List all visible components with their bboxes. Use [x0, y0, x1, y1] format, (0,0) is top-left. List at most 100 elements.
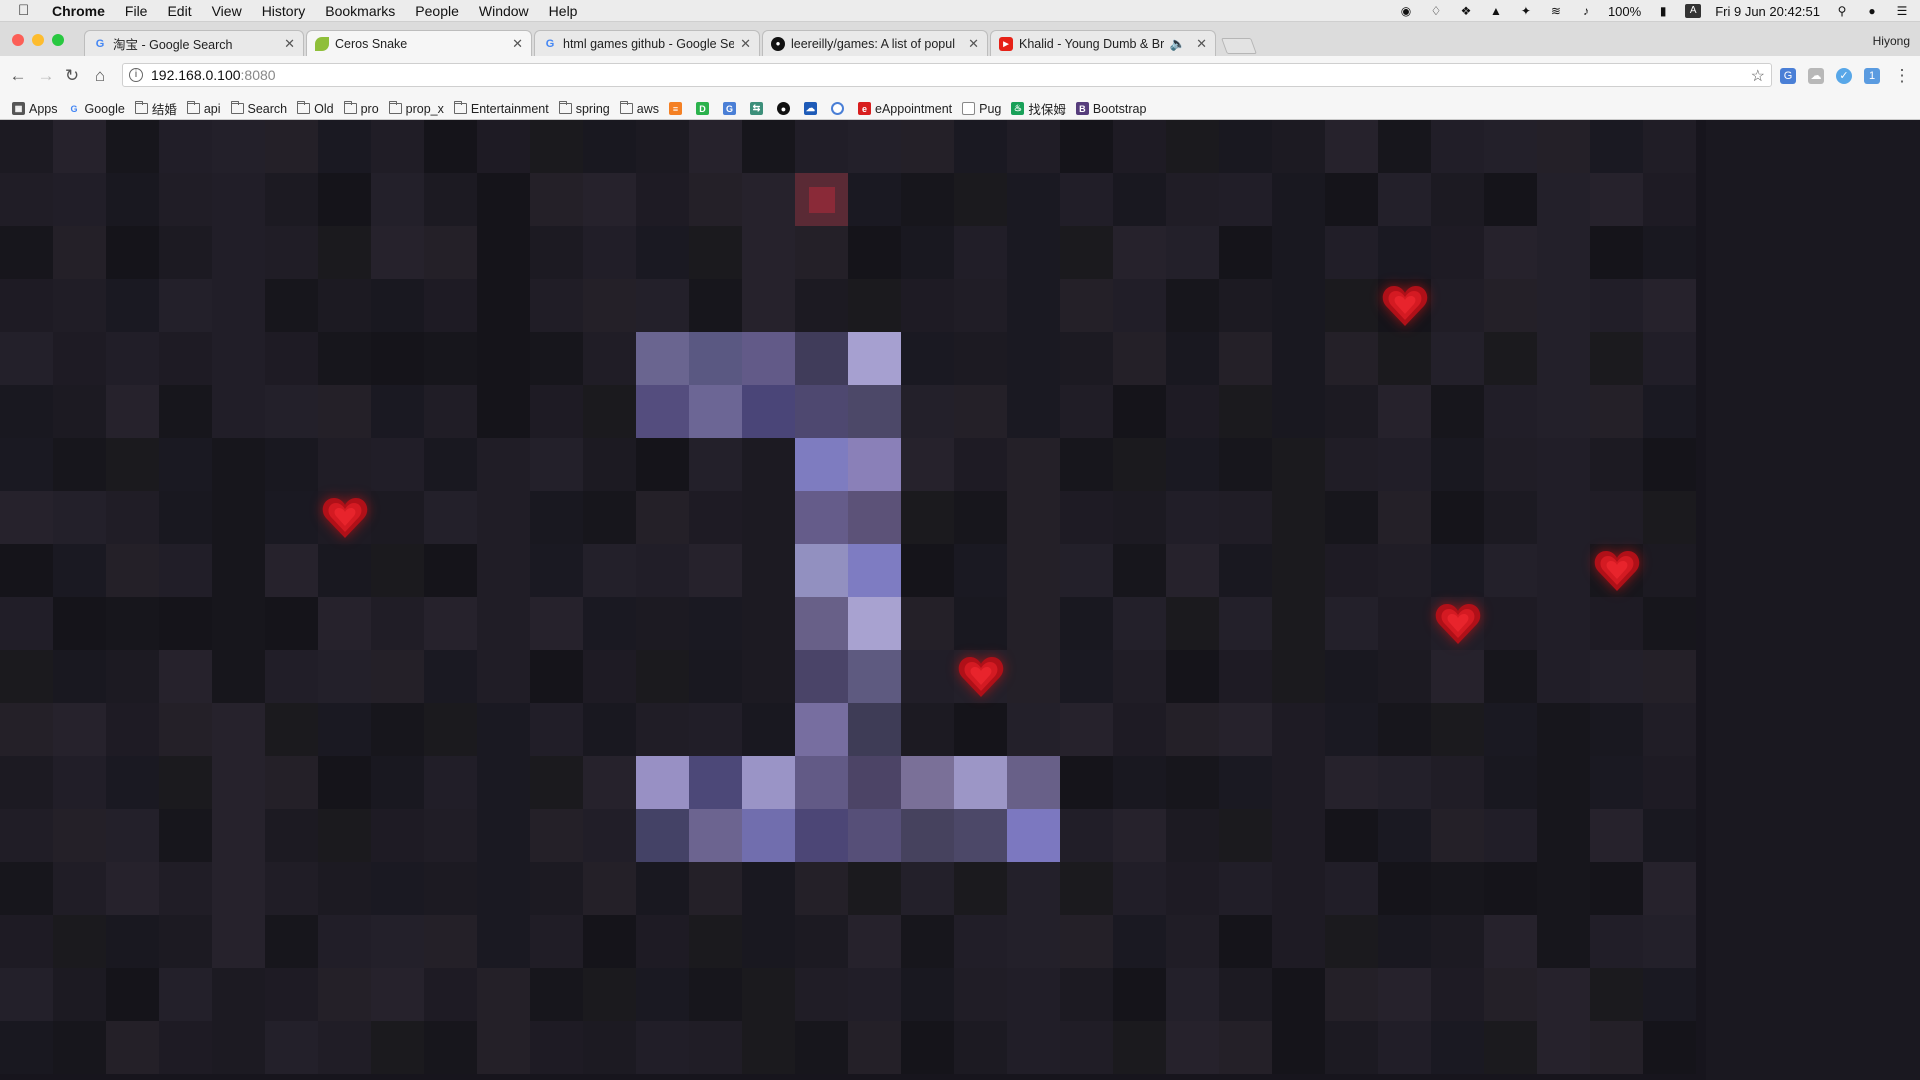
clock[interactable]: Fri 9 Jun 20:42:51 [1715, 4, 1820, 19]
dropbox-icon[interactable]: ❖ [1458, 4, 1474, 18]
tab-counter-extension-icon[interactable]: 1 [1864, 68, 1880, 84]
tab-github-games[interactable]: ● leereilly/games: A list of popul ✕ [762, 30, 988, 56]
close-tab-icon[interactable]: ✕ [1196, 36, 1207, 52]
bookmark-google[interactable]: G Google [68, 102, 124, 116]
wechat-icon[interactable]: ◉ [1398, 4, 1414, 18]
zoom-window-button[interactable] [52, 34, 64, 46]
board-tile [53, 650, 106, 703]
close-tab-icon[interactable]: ✕ [512, 36, 523, 52]
bookmark-github[interactable]: ● [777, 102, 794, 115]
tab-html-games-search[interactable]: G html games github - Google Se ✕ [534, 30, 760, 56]
board-tile [1643, 756, 1696, 809]
audio-playing-icon[interactable]: 🔈 [1170, 36, 1186, 52]
reload-icon[interactable]: ↻ [62, 66, 82, 86]
profile-name[interactable]: Hiyong [1873, 34, 1910, 48]
snake-segment [848, 756, 901, 809]
board-tile [1590, 226, 1643, 279]
drive-icon[interactable]: ▲ [1488, 4, 1504, 18]
close-window-button[interactable] [12, 34, 24, 46]
bookmark-folder-api[interactable]: api [186, 101, 221, 116]
chrome-menu-icon[interactable]: ⋮ [1892, 66, 1912, 86]
bookmark-translate-2[interactable]: ⇆ [750, 102, 767, 115]
bookmark-folder-prop-x[interactable]: prop_x [388, 101, 444, 116]
volume-icon[interactable]: ♪ [1578, 4, 1594, 18]
board-tile [1113, 756, 1166, 809]
board-tile [477, 544, 530, 597]
site-info-icon[interactable]: i [129, 68, 143, 82]
menu-window[interactable]: Window [479, 3, 529, 19]
board-tile [1166, 703, 1219, 756]
menu-help[interactable]: Help [549, 3, 578, 19]
bird-icon[interactable]: ✦ [1518, 4, 1534, 18]
bookmark-translate[interactable]: G [723, 102, 740, 115]
board-tile [159, 173, 212, 226]
translate-extension-icon[interactable]: G [1780, 68, 1796, 84]
bookmark-star-icon[interactable]: ☆ [1751, 66, 1765, 86]
board-tile [1219, 173, 1272, 226]
bookmark-folder-search[interactable]: Search [230, 101, 287, 116]
board-tile [1060, 385, 1113, 438]
bookmark-bootstrap[interactable]: B Bootstrap [1075, 102, 1146, 116]
bookmark-eappointment[interactable]: e eAppointment [858, 102, 952, 116]
github-icon: ● [777, 102, 790, 115]
notification-center-icon[interactable]: ☰ [1894, 4, 1910, 18]
forward-arrow-icon[interactable]: → [36, 66, 56, 86]
board-tile [371, 491, 424, 544]
snake-segment [795, 544, 848, 597]
board-tile [1219, 332, 1272, 385]
tab-ceros-snake[interactable]: Ceros Snake ✕ [306, 30, 532, 56]
board-tile [1643, 544, 1696, 597]
bookmark-apps[interactable]: ▦ Apps [12, 102, 58, 116]
board-tile [1113, 703, 1166, 756]
home-icon[interactable]: ⌂ [90, 66, 110, 86]
new-tab-button[interactable] [1221, 38, 1257, 54]
board-tile [1643, 173, 1696, 226]
menu-file[interactable]: File [125, 3, 148, 19]
board-tile [1219, 915, 1272, 968]
tab-taobao-search[interactable]: G 淘宝 - Google Search ✕ [84, 30, 304, 56]
close-tab-icon[interactable]: ✕ [284, 36, 295, 52]
stack-icon: ≡ [669, 102, 682, 115]
bookmark-nanny[interactable]: ♨ 找保姆 [1011, 99, 1066, 118]
board-tile [1113, 809, 1166, 862]
bookmark-folder-aws[interactable]: aws [619, 101, 659, 116]
board-tile [1166, 491, 1219, 544]
bookmark-cloud[interactable]: ☁ [804, 102, 821, 115]
back-arrow-icon[interactable]: ← [8, 66, 28, 86]
close-tab-icon[interactable]: ✕ [968, 36, 979, 52]
menu-bookmarks[interactable]: Bookmarks [325, 3, 395, 19]
bookmark-folder-spring[interactable]: spring [558, 101, 610, 116]
bookmark-stack[interactable]: ≡ [669, 102, 686, 115]
wifi-icon[interactable]: ≋ [1548, 4, 1564, 18]
menu-view[interactable]: View [212, 3, 242, 19]
bookmark-pug[interactable]: Pug [962, 102, 1001, 116]
board-tile [1431, 120, 1484, 173]
snake-game-canvas[interactable] [0, 120, 1920, 1080]
board-tile [106, 173, 159, 226]
board-tile [795, 862, 848, 915]
menu-history[interactable]: History [262, 3, 306, 19]
siri-icon[interactable]: ● [1864, 4, 1880, 18]
bookmark-folder-jiehun[interactable]: 结婚 [134, 99, 177, 118]
board-tile [1060, 862, 1113, 915]
bookmark-folder-pro[interactable]: pro [343, 101, 379, 116]
bookmark-circle[interactable] [831, 102, 848, 115]
close-tab-icon[interactable]: ✕ [740, 36, 751, 52]
bookmark-d[interactable]: D [696, 102, 713, 115]
menu-edit[interactable]: Edit [167, 3, 191, 19]
spotlight-search-icon[interactable]: ⚲ [1834, 4, 1850, 18]
minimize-window-button[interactable] [32, 34, 44, 46]
notification-bell-icon[interactable]: ♢ [1428, 4, 1444, 18]
menu-app-name[interactable]: Chrome [52, 3, 105, 19]
bird-extension-icon[interactable]: ✓ [1836, 68, 1852, 84]
menu-people[interactable]: People [415, 3, 459, 19]
apple-menu-icon[interactable]:  [18, 2, 36, 19]
snake-segment [689, 756, 742, 809]
bookmark-folder-entertainment[interactable]: Entertainment [453, 101, 549, 116]
cloud-extension-icon[interactable]: ☁ [1808, 68, 1824, 84]
input-source-icon[interactable]: A [1685, 4, 1702, 18]
tab-youtube-khalid[interactable]: ▶ Khalid - Young Dumb & Bro 🔈 ✕ [990, 30, 1216, 56]
battery-icon[interactable]: ▮ [1655, 4, 1671, 18]
bookmark-folder-old[interactable]: Old [297, 101, 334, 116]
address-bar[interactable]: i 192.168.0.100 :8080 ☆ [122, 63, 1772, 87]
